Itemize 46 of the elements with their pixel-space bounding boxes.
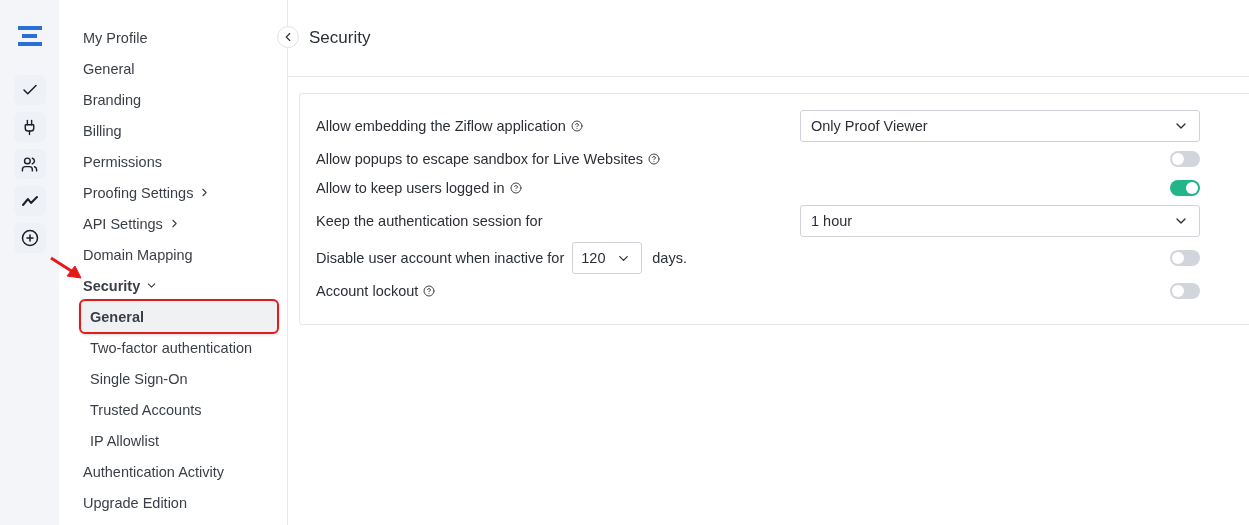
sidebar-item[interactable]: Permissions xyxy=(59,146,162,177)
sidebar-item[interactable]: Branding xyxy=(59,84,142,115)
sidebar-item[interactable]: Domain Mapping xyxy=(59,239,193,270)
help-icon[interactable] xyxy=(423,285,436,297)
sidebar-item[interactable]: My Profile xyxy=(59,22,148,53)
setting-label: Allow to keep users logged in xyxy=(316,180,505,196)
rail-button[interactable] xyxy=(13,75,46,105)
dropdown[interactable]: 1 hour xyxy=(800,205,1200,237)
page-title: Security xyxy=(309,28,371,48)
sidebar-subitem[interactable]: IP Allowlist xyxy=(79,425,279,456)
toggle-switch[interactable] xyxy=(1170,250,1200,266)
toggle-switch[interactable] xyxy=(1170,283,1200,299)
sidebar-item[interactable]: Proofing Settings xyxy=(59,177,212,208)
setting-label: Keep the authentication session for xyxy=(316,213,543,229)
setting-label: Disable user account when inactive for xyxy=(316,250,565,266)
help-icon[interactable] xyxy=(648,153,660,165)
days-dropdown[interactable]: 120 xyxy=(572,242,643,274)
rail-button[interactable] xyxy=(13,149,46,179)
setting-suffix: days. xyxy=(652,250,687,266)
sidebar-subitem[interactable]: Two-factor authentication xyxy=(79,332,279,363)
toggle-switch[interactable] xyxy=(1170,151,1200,167)
rail-button[interactable] xyxy=(13,186,46,216)
setting-label: Allow embedding the Ziflow application xyxy=(316,118,566,134)
rail-button[interactable] xyxy=(13,112,46,142)
toggle-switch[interactable] xyxy=(1170,180,1200,196)
trend-icon xyxy=(20,194,39,208)
users-icon xyxy=(21,155,38,173)
sidebar-item[interactable]: API Settings xyxy=(59,208,181,239)
dropdown[interactable]: Only Proof Viewer xyxy=(800,110,1200,142)
sidebar-item[interactable]: Security xyxy=(59,270,159,301)
add-icon xyxy=(20,229,39,247)
rail-button[interactable] xyxy=(13,223,46,253)
sidebar-subitem[interactable]: Trusted Accounts xyxy=(79,394,279,425)
sidebar-item[interactable]: Upgrade Edition xyxy=(59,487,187,518)
logo-icon[interactable] xyxy=(16,24,43,48)
setting-label: Allow popups to escape sandbox for Live Websites xyxy=(316,151,643,167)
setting-label: Account lockout xyxy=(316,283,419,299)
sidebar-subitem[interactable]: General xyxy=(79,299,279,334)
sidebar-item[interactable]: Billing xyxy=(59,115,122,146)
help-icon[interactable] xyxy=(570,120,583,132)
sidebar-subitem[interactable]: Single Sign-On xyxy=(79,363,279,394)
sidebar-item[interactable]: General xyxy=(59,53,135,84)
arrow-icon xyxy=(49,256,83,280)
sidebar-item[interactable]: Authentication Activity xyxy=(59,456,225,487)
collapse-button[interactable] xyxy=(277,26,299,48)
help-icon[interactable] xyxy=(509,182,522,194)
